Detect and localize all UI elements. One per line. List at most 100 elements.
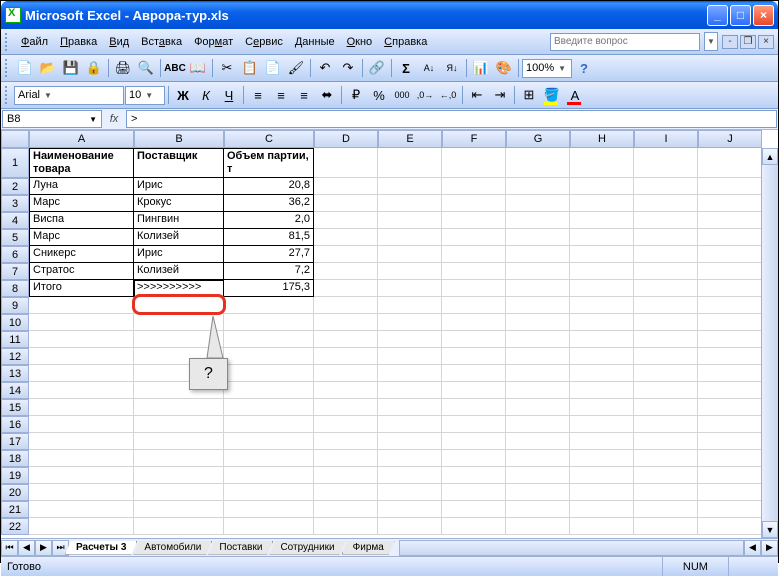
cell[interactable]	[506, 331, 570, 348]
cell[interactable]: 27,7	[224, 246, 314, 263]
cell[interactable]	[442, 450, 506, 467]
cell[interactable]	[506, 246, 570, 263]
cell[interactable]	[29, 348, 134, 365]
cell[interactable]	[634, 365, 698, 382]
column-header[interactable]: D	[314, 130, 378, 148]
cell[interactable]	[314, 416, 378, 433]
cell[interactable]	[634, 484, 698, 501]
row-header[interactable]: 5	[1, 229, 29, 246]
row-header[interactable]: 7	[1, 263, 29, 280]
undo-button[interactable]: ↶	[314, 57, 336, 79]
menu-insert[interactable]: Вставка	[135, 33, 188, 51]
sort-desc-button[interactable]: Я↓	[441, 57, 463, 79]
cell[interactable]	[698, 229, 762, 246]
cell[interactable]	[698, 416, 762, 433]
cell[interactable]	[224, 297, 314, 314]
cell[interactable]: Колизей	[134, 263, 224, 280]
chart-wizard-button[interactable]: 📊	[470, 57, 492, 79]
zoom-combo[interactable]: 100%▼	[522, 59, 572, 78]
cell[interactable]	[224, 467, 314, 484]
cell[interactable]	[506, 229, 570, 246]
cell[interactable]	[570, 229, 634, 246]
cell[interactable]	[634, 348, 698, 365]
cell[interactable]	[634, 433, 698, 450]
cell[interactable]	[378, 467, 442, 484]
cell[interactable]	[506, 178, 570, 195]
cell[interactable]	[506, 399, 570, 416]
sheet-tab-active[interactable]: Расчеты 3	[65, 541, 137, 555]
cell[interactable]	[570, 501, 634, 518]
cell[interactable]	[378, 195, 442, 212]
row-header[interactable]: 17	[1, 433, 29, 450]
row-header[interactable]: 22	[1, 518, 29, 535]
row-header[interactable]: 10	[1, 314, 29, 331]
cell[interactable]	[378, 518, 442, 535]
cell[interactable]	[314, 280, 378, 297]
doc-close-button[interactable]: ×	[758, 35, 774, 49]
column-header[interactable]: A	[29, 130, 134, 148]
cell[interactable]	[29, 382, 134, 399]
cell[interactable]	[442, 263, 506, 280]
cell[interactable]	[442, 280, 506, 297]
row-header[interactable]: 2	[1, 178, 29, 195]
cell[interactable]	[29, 399, 134, 416]
font-size-combo[interactable]: 10▼	[125, 86, 165, 105]
cell[interactable]	[506, 348, 570, 365]
cell[interactable]	[570, 450, 634, 467]
comma-button[interactable]: 000	[391, 84, 413, 106]
cell[interactable]	[378, 399, 442, 416]
cell[interactable]	[442, 416, 506, 433]
cell[interactable]	[134, 484, 224, 501]
cell[interactable]	[570, 433, 634, 450]
cell[interactable]	[442, 229, 506, 246]
cell[interactable]	[634, 263, 698, 280]
column-header[interactable]: H	[570, 130, 634, 148]
cell[interactable]	[378, 246, 442, 263]
row-header[interactable]: 12	[1, 348, 29, 365]
cell[interactable]: Наименование товара	[29, 148, 134, 178]
cell[interactable]	[634, 416, 698, 433]
cell[interactable]: Марс	[29, 229, 134, 246]
cell[interactable]	[29, 314, 134, 331]
cell[interactable]	[29, 501, 134, 518]
cell[interactable]	[634, 229, 698, 246]
cell[interactable]	[570, 195, 634, 212]
font-combo[interactable]: Arial▼	[14, 86, 124, 105]
cell[interactable]	[506, 382, 570, 399]
cell[interactable]	[29, 297, 134, 314]
column-header[interactable]: F	[442, 130, 506, 148]
decrease-decimal-button[interactable]: ←,0	[437, 84, 459, 106]
cell[interactable]	[134, 433, 224, 450]
menu-view[interactable]: Вид	[103, 33, 135, 51]
align-right-button[interactable]: ≡	[293, 84, 315, 106]
vertical-scrollbar[interactable]: ▲ ▼	[761, 148, 778, 538]
minimize-button[interactable]: _	[707, 5, 728, 26]
cell[interactable]	[634, 246, 698, 263]
cell[interactable]	[378, 416, 442, 433]
cell[interactable]	[378, 263, 442, 280]
cell[interactable]	[314, 501, 378, 518]
row-header[interactable]: 16	[1, 416, 29, 433]
cut-button[interactable]: ✂	[216, 57, 238, 79]
cell[interactable]	[634, 518, 698, 535]
sheet-tab[interactable]: Сотрудники	[269, 541, 345, 555]
cell[interactable]	[442, 382, 506, 399]
cell[interactable]	[634, 212, 698, 229]
cell[interactable]: Ирис	[134, 178, 224, 195]
cell[interactable]	[698, 365, 762, 382]
cell[interactable]	[634, 297, 698, 314]
cell[interactable]: Объем партии, т	[224, 148, 314, 178]
maximize-button[interactable]: □	[730, 5, 751, 26]
cell[interactable]	[378, 297, 442, 314]
cell[interactable]	[442, 331, 506, 348]
scroll-down-button[interactable]: ▼	[762, 521, 778, 538]
cell[interactable]	[29, 450, 134, 467]
cell[interactable]	[224, 433, 314, 450]
cell[interactable]	[698, 178, 762, 195]
cell[interactable]	[634, 450, 698, 467]
cell[interactable]	[378, 280, 442, 297]
cell[interactable]	[378, 365, 442, 382]
formula-bar[interactable]: >	[126, 110, 777, 128]
cell[interactable]	[570, 365, 634, 382]
cell[interactable]	[506, 212, 570, 229]
